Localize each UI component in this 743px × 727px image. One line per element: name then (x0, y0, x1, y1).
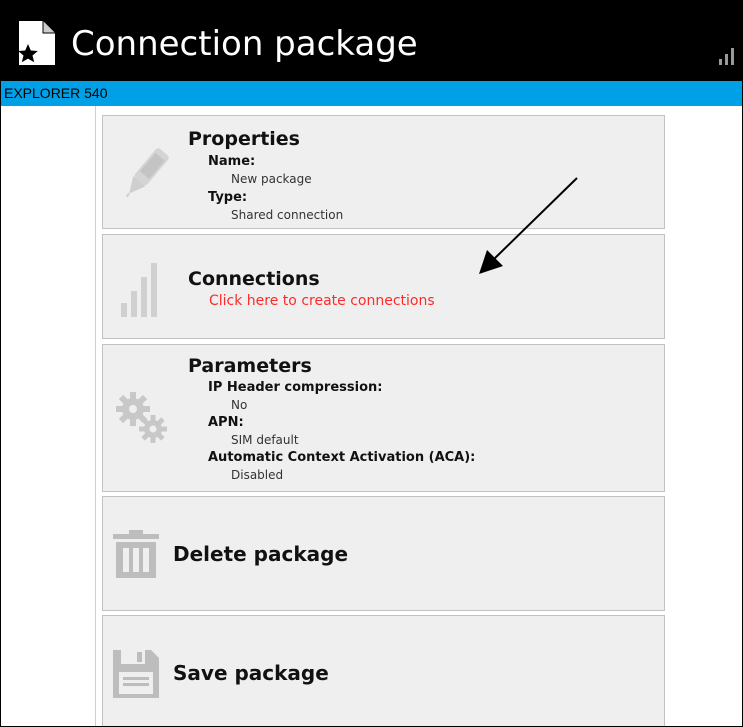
parameters-heading: Parameters (188, 355, 312, 377)
app-window: Connection package EXPLORER 540 Properti… (0, 0, 743, 727)
device-name: EXPLORER 540 (4, 85, 108, 101)
divider (95, 106, 96, 726)
create-connections-link[interactable]: Click here to create connections (209, 293, 435, 309)
apn-value: SIM default (231, 433, 299, 447)
name-value: New package (231, 172, 312, 186)
delete-package-label: Delete package (173, 542, 349, 566)
gears-icon (116, 392, 167, 443)
connections-heading: Connections (188, 268, 320, 290)
parameters-card[interactable]: Parameters IP Header compression: No APN… (102, 344, 665, 492)
signal-icon (719, 48, 734, 65)
device-bar: EXPLORER 540 (1, 81, 742, 106)
ip-header-compression-label: IP Header compression: (208, 380, 383, 395)
page-title: Connection package (71, 24, 418, 64)
trash-icon (113, 530, 159, 578)
delete-package-button[interactable]: Delete package (102, 496, 665, 611)
ip-header-compression-value: No (231, 398, 248, 412)
save-package-label: Save package (173, 661, 329, 685)
save-package-button[interactable]: Save package (102, 615, 665, 726)
aca-label: Automatic Context Activation (ACA): (208, 450, 476, 465)
aca-value: Disabled (231, 468, 284, 482)
arrow-icon (479, 177, 578, 274)
main-content: Properties Name: New package Type: Share… (1, 106, 742, 726)
type-value: Shared connection (231, 208, 344, 222)
name-label: Name: (208, 154, 256, 169)
title-bar: Connection package (1, 1, 742, 81)
properties-heading: Properties (188, 128, 300, 150)
signal-bars-icon (121, 263, 157, 317)
type-label: Type: (208, 190, 248, 205)
floppy-disk-icon (113, 650, 159, 698)
apn-label: APN: (208, 415, 244, 430)
document-star-icon (18, 21, 55, 65)
pen-icon (125, 148, 169, 198)
